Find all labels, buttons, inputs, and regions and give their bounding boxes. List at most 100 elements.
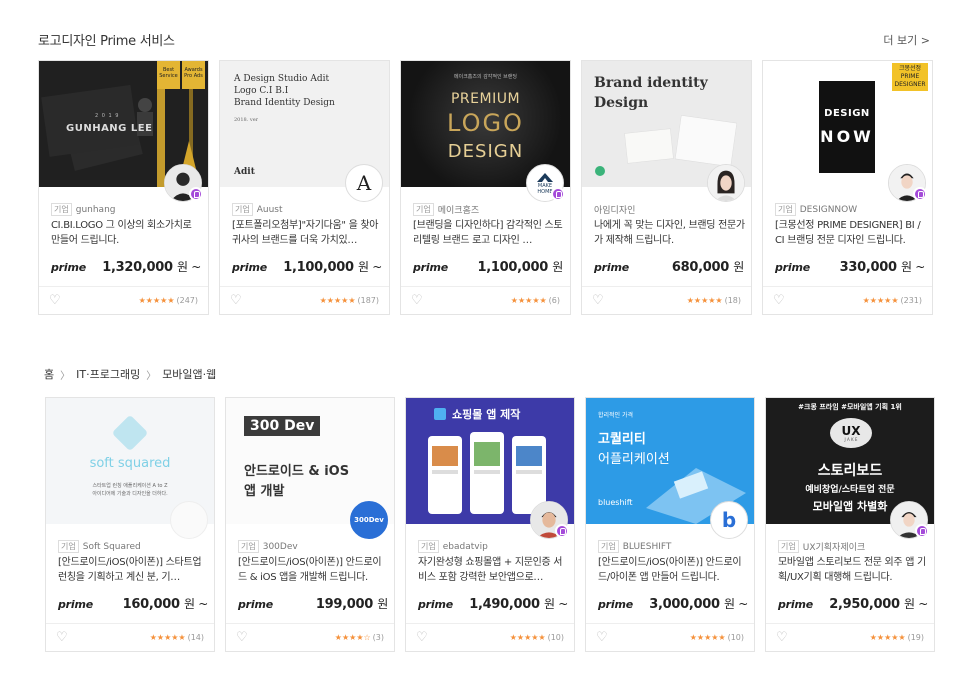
price: 1,100,000 원 ~ [283,258,382,275]
review-count: (3) [372,633,384,642]
seller-avatar[interactable] [707,164,745,202]
thumb-logo: DESIGN NOW [819,81,875,173]
heart-icon[interactable]: ♡ [592,293,604,308]
rating: ★★★★★ (19) [870,633,924,642]
service-description[interactable]: [안드로이드/iOS(아이폰)] 안드로이드 & iOS 앱을 개발해 드립니다… [238,555,390,585]
section-title: 로고디자인 Prime 서비스 [38,34,175,49]
service-description[interactable]: [크몽선정 PRIME DESIGNER] BI / CI 브랜딩 전문 디자인… [775,218,927,248]
price-unit: 원 [377,597,388,611]
thumb-l1: 안드로이드 & iOS [244,464,350,479]
seller-info: 기업 Auust [232,203,283,216]
service-card[interactable]: 합리적인 가격 고퀄리티 어플리케이션 blueshift b 기업 BLUESH… [585,397,755,652]
seller-name: UX기획자제이크 [802,543,866,553]
price-unit: 원 [552,260,563,274]
service-description[interactable]: 나에게 꼭 맞는 디자인, 브랜딩 전문가가 제작해 드립니다. [594,218,746,248]
review-count: (187) [357,296,379,305]
heart-icon[interactable]: ♡ [411,293,423,308]
price-unit: 원 ~ [903,597,928,611]
price: 1,320,000 원 ~ [102,258,201,275]
seller-avatar[interactable]: A [345,164,383,202]
heart-icon[interactable]: ♡ [230,293,242,308]
price-unit: 원 ~ [900,260,925,274]
price-unit: 원 ~ [723,597,748,611]
price: 2,950,000 원 ~ [829,595,928,612]
price-value: 330,000 [839,260,897,275]
seller-avatar[interactable] [170,501,208,539]
price-value: 2,950,000 [829,597,900,612]
seller-avatar[interactable]: 300Dev [350,501,388,539]
seller-avatar[interactable]: b [710,501,748,539]
biz-tag: 기업 [413,203,434,216]
rating: ★★★★★ (18) [687,296,741,305]
service-description[interactable]: [안드로이드/iOS(아이폰)] 스타트업 런칭을 기획하고 계신 분, 기… [58,555,210,585]
biz-tag: 기업 [598,540,619,553]
seller-info: 기업 ebadatvip [418,540,488,553]
service-description[interactable]: [브랜딩을 디자인하다] 감각적인 스토리텔링 브랜드 로고 디자인 … [413,218,565,248]
prime-logo: prime [778,598,813,611]
price-row: prime 330,000 원 ~ [775,258,925,275]
biz-tag: 기업 [778,540,799,553]
seller-info: 아임디자인 [594,203,635,216]
service-card[interactable]: 메이크홈즈의 감각적인 브랜딩 PREMIUM LOGO DESIGN MAKE… [400,60,571,315]
thumb-name: GUNHANG LEE [66,123,153,134]
thumb-brand: Adit [234,167,255,177]
breadcrumb-it[interactable]: IT·프로그래밍 [76,366,140,382]
breadcrumb-home[interactable]: 홈 [44,366,54,382]
price: 330,000 원 ~ [839,258,926,275]
service-description[interactable]: [포트폴리오첨부]"자기다움" 을 찾아 귀사의 브랜드를 더욱 가치있… [232,218,384,248]
seller-name: Auust [256,204,283,215]
service-card[interactable]: #크몽 프라임 #모바일앱 기획 1위 UX J A K E 스토리보드 예비창… [765,397,935,652]
heart-icon[interactable]: ♡ [56,630,68,645]
seller-info: 기업 BLUESHIFT [598,540,671,553]
thumb-brand: 300 Dev [244,416,321,436]
badge-best: Best Service [159,67,178,79]
price-value: 199,000 [315,597,374,612]
prime-logo: prime [232,261,267,274]
price-row: prime 1,100,000 원 [413,258,563,275]
price-unit: 원 ~ [357,260,382,274]
service-card[interactable]: DESIGN NOW 크몽선정 PRIME DESIGNER 기업 DESIGNN… [762,60,933,315]
prime-logo: prime [413,261,448,274]
star-rating-icon: ★★★★★ [689,633,726,642]
seller-info: 기업 Soft Squared [58,540,141,553]
service-card[interactable]: 300 Dev 안드로이드 & iOS 앱 개발 300Dev 기업 300Dev… [225,397,395,652]
service-description[interactable]: CI.BI.LOGO 그 이상의 회소가치로 만들어 드립니다. [51,218,203,248]
service-description[interactable]: 모바일앱 스토리보드 전문 외주 앱 기획/UX기획 대행해 드립니다. [778,555,930,585]
service-description[interactable]: [안드로이드/iOS(아이폰)] 안드로이드/아이폰 앱 만들어 드립니다. [598,555,750,585]
thumb-l2: 예비창업/스타트업 전문 [805,485,895,495]
review-count: (231) [900,296,922,305]
heart-icon[interactable]: ♡ [773,293,785,308]
star-rating-icon: ★★★★★ [510,296,547,305]
rating: ★★★★★ (187) [320,296,379,305]
thumb-l2: 앱 개발 [244,484,285,499]
service-card[interactable]: A Design Studio Adit Logo C.I B.I Brand … [219,60,390,315]
heart-icon[interactable]: ♡ [49,293,61,308]
breadcrumb: 홈 〉 IT·프로그래밍 〉 모바일앱·웹 [44,366,216,382]
biz-tag: 기업 [775,203,796,216]
card-footer: ♡ ★★★★★ (231) [763,286,932,314]
heart-icon[interactable]: ♡ [236,630,248,645]
prime-logo: prime [775,261,810,274]
heart-icon[interactable]: ♡ [596,630,608,645]
more-link[interactable]: 더 보기 > [883,32,930,48]
price-value: 1,100,000 [477,260,549,275]
heart-icon[interactable]: ♡ [416,630,428,645]
heart-icon[interactable]: ♡ [776,630,788,645]
service-description[interactable]: 자기완성형 쇼핑몰앱 + 지문인증 서비스 포함 강력한 보안앱으로… [418,555,570,585]
card-footer: ♡ ★★★★★ (10) [406,623,574,651]
service-card[interactable]: Best Service Awards Pro Ads 2 0 1 9 GUNH… [38,60,209,315]
thumb-top: 메이크홈즈의 감각적인 브랜딩 [454,74,517,80]
prime-badge-icon [189,187,203,201]
thumb-brand: soft squared [89,456,171,471]
breadcrumb-mobile[interactable]: 모바일앱·웹 [162,366,216,382]
service-card[interactable]: 쇼핑몰 앱 제작 기업 ebadatvip 자기완성형 쇼핑몰앱 + 지문인증 서… [405,397,575,652]
prime-logo: prime [238,598,273,611]
seller-name: DESIGNNOW [799,204,858,215]
review-count: (10) [547,633,564,642]
service-card[interactable]: soft squared 스타트업 런칭 애플리케이션 A to Z 아이디어에… [45,397,215,652]
card-footer: ♡ ★★★★★ (19) [766,623,934,651]
thumb-sub: 2018. ver [234,117,259,123]
seller-name: gunhang [75,204,116,215]
service-card[interactable]: Brand identity Design 아임디자인 나에게 꼭 맞는 디자인… [581,60,752,315]
price-row: prime 160,000 원 ~ [58,595,208,612]
